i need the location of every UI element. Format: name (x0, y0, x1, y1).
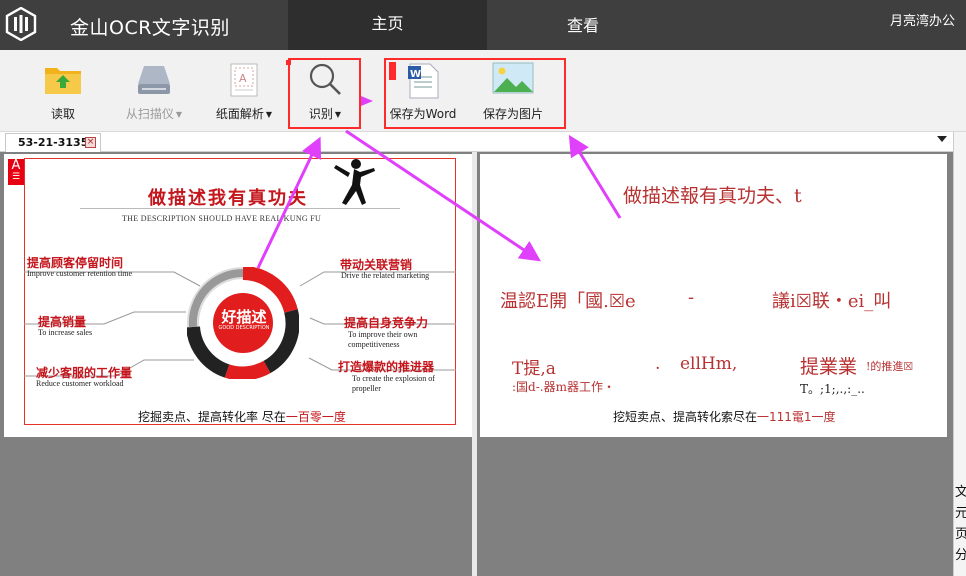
tab-list-dropdown-icon[interactable] (937, 136, 947, 142)
ocr-line[interactable]: T提,a (512, 354, 556, 379)
document-tab-label: 53-21-3135 (18, 136, 89, 149)
paper-parse-button[interactable]: A 纸面解析 ▼ (212, 50, 276, 132)
scan-title: 做描述我有真功夫 (148, 188, 308, 209)
side-char: 分 (955, 548, 966, 563)
divider (80, 208, 400, 209)
highlight-marker (389, 62, 396, 80)
label-en-5: To improve their own competitiveness (348, 330, 418, 349)
read-button[interactable]: 读取 (37, 50, 89, 132)
scan-footer: 挖掘卖点、提高转化率 尽在一百零一度 (138, 408, 346, 425)
label-en-4: Drive the related marketing (341, 271, 430, 280)
ribbon-toolbar: 读取 从扫描仪 ▼ A 纸面解析 ▼ 识别 ▼ W 保存为Word 保存为图片 (0, 50, 966, 132)
scan-footer-text: 挖掘卖点、提高转化率 尽在 (138, 410, 286, 424)
ocr-line[interactable]: 挖短卖点、提高转化索尽在一111電1一度 (613, 408, 836, 425)
tab-main[interactable]: 主页 (288, 0, 487, 50)
document-tab-strip: 53-21-3135 × (0, 132, 953, 152)
scanner-label: 从扫描仪 ▼ (125, 107, 183, 121)
ocr-line[interactable]: T。;1;,.,:_.. (800, 380, 865, 397)
app-logo-icon (5, 7, 37, 41)
document-parse-icon: A (230, 63, 258, 97)
ocr-line[interactable]: 議i☒联・ei_叫 (772, 287, 891, 313)
region-lines-icon: ☰ (11, 172, 21, 182)
ocr-line[interactable]: 做描述報有真功夫、t (623, 181, 802, 208)
scanner-button[interactable]: 从扫描仪 ▼ (122, 50, 186, 132)
scan-subtitle: THE DESCRIPTION SHOULD HAVE REAL KUNG FU (122, 214, 322, 223)
title-bar: 金山OCR文字识别 主页 查看 月亮湾办公 (0, 0, 966, 50)
highlight-box-recognize (288, 58, 361, 129)
paper-parse-label: 纸面解析 ▼ (215, 107, 273, 121)
ocr-line[interactable]: - (688, 287, 694, 308)
ocr-line[interactable]: :国d-.器m器工作・ (512, 378, 615, 395)
svg-text:A: A (239, 72, 247, 85)
highlight-box-save (384, 58, 566, 129)
recognition-region-badge[interactable]: A ☰ (8, 159, 24, 185)
side-text-column: 文 元 页 分 (955, 482, 966, 566)
label-en-1: Improve customer retention time (27, 269, 133, 278)
kungfu-figure-icon (334, 159, 375, 205)
label-cn-5: 提高自身竞争力 (344, 316, 429, 330)
label-en-2: To increase sales (38, 328, 93, 337)
app-title: 金山OCR文字识别 (70, 17, 230, 39)
scan-footer-brand: 一百零一度 (285, 410, 346, 424)
close-tab-icon[interactable]: × (85, 137, 96, 148)
read-label: 读取 (50, 107, 75, 121)
ocr-line[interactable]: . (655, 354, 660, 374)
label-en-3: Reduce customer workload (36, 379, 124, 388)
side-char: 元 (955, 506, 966, 521)
highlight-marker (286, 60, 291, 65)
tab-view[interactable]: 查看 (487, 0, 679, 50)
label-en-6: To create the explosion of propeller (352, 374, 435, 393)
scanner-icon (138, 66, 170, 94)
ocr-footer-brand: 一111電1一度 (757, 410, 836, 424)
user-name[interactable]: 月亮湾办公 (890, 10, 955, 29)
app-window: 金山OCR文字识别 主页 查看 月亮湾办公 读取 从扫描仪 ▼ A 纸面解析 ▼… (0, 0, 966, 576)
region-badge-letter: A (11, 158, 21, 173)
ocr-line[interactable]: 温認E開「國.☒e (500, 287, 636, 313)
ocr-line[interactable]: 提業業 (800, 352, 857, 379)
side-char: 页 (955, 527, 966, 542)
folder-upload-icon (45, 68, 81, 94)
side-char: 文 (955, 485, 966, 500)
document-tab[interactable]: 53-21-3135 × (5, 133, 101, 152)
ocr-line[interactable]: !的推進☒ (866, 358, 913, 374)
label-cn-6: 打造爆款的推进器 (338, 360, 435, 374)
ocr-line[interactable]: ellHm, (680, 354, 737, 374)
ocr-footer-text: 挖短卖点、提高转化索尽在 (613, 410, 758, 424)
